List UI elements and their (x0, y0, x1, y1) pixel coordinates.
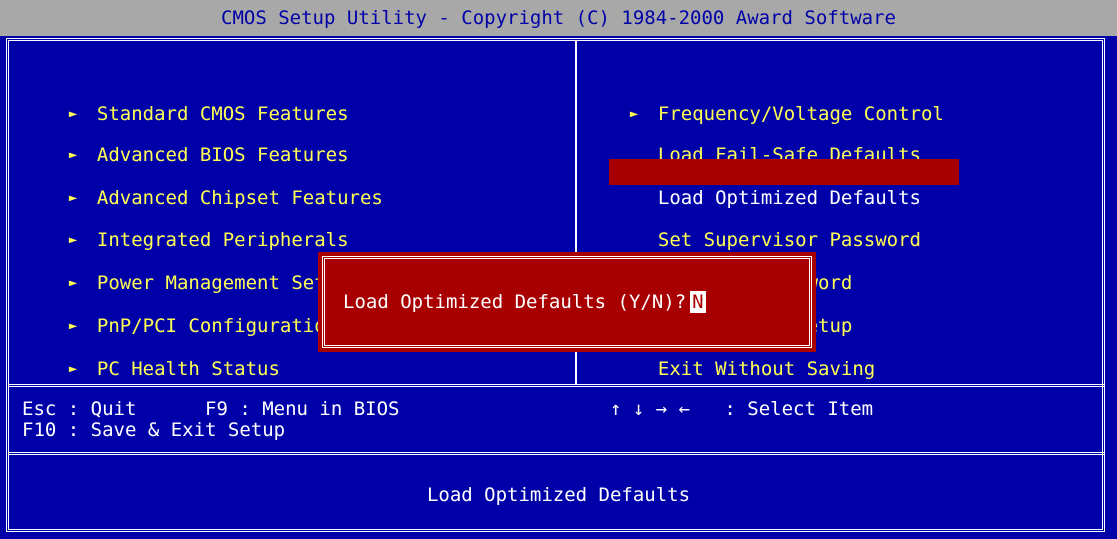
help-select-item: ↑ ↓ → ← : Select Item (610, 398, 874, 420)
menu-item-label: Exit Without Saving (657, 358, 876, 380)
status-description: Load Optimized Defaults (426, 484, 691, 506)
app-title: CMOS Setup Utility - Copyright (C) 1984-… (221, 7, 896, 29)
dialog-answer-input[interactable]: N (690, 291, 706, 313)
title-bar: CMOS Setup Utility - Copyright (C) 1984-… (0, 0, 1117, 36)
footer-divider (9, 384, 1105, 387)
submenu-arrow-icon: ► (68, 361, 78, 377)
help-quit-menu: Esc : Quit F9 : Menu in BIOS (22, 398, 400, 420)
menu-item-load-fail-safe-defaults[interactable]: Load Fail-Safe Defaults (607, 116, 921, 166)
confirm-dialog: Load Optimized Defaults (Y/N)? N (318, 252, 816, 352)
menu-item-frequency-voltage-control[interactable]: ► Frequency/Voltage Control (607, 75, 944, 125)
menu-item-power-management-setup[interactable]: ► Power Management Setup (46, 244, 349, 294)
menu-item-label: PC Health Status (96, 358, 280, 380)
menu-item-set-supervisor-password[interactable]: Set Supervisor Password (607, 201, 921, 251)
menu-item-pc-health-status[interactable]: ► PC Health Status (46, 330, 280, 380)
menu-item-integrated-peripherals[interactable]: ► Integrated Peripherals (46, 201, 349, 251)
confirm-dialog-body: Load Optimized Defaults (Y/N)? N (322, 256, 812, 348)
menu-item-advanced-chipset-features[interactable]: ► Advanced Chipset Features (46, 159, 383, 209)
help-save-exit: F10 : Save & Exit Setup (22, 419, 286, 441)
status-divider (9, 452, 1105, 455)
menu-item-load-optimized-defaults[interactable]: Load Optimized Defaults (609, 159, 959, 209)
menu-item-advanced-bios-features[interactable]: ► Advanced BIOS Features (46, 116, 349, 166)
menu-item-pnp-pci-configurations[interactable]: ► PnP/PCI Configurations (46, 287, 349, 337)
dialog-prompt: Load Optimized Defaults (Y/N)? (343, 291, 687, 313)
menu-item-standard-cmos-features[interactable]: ► Standard CMOS Features (46, 75, 349, 125)
